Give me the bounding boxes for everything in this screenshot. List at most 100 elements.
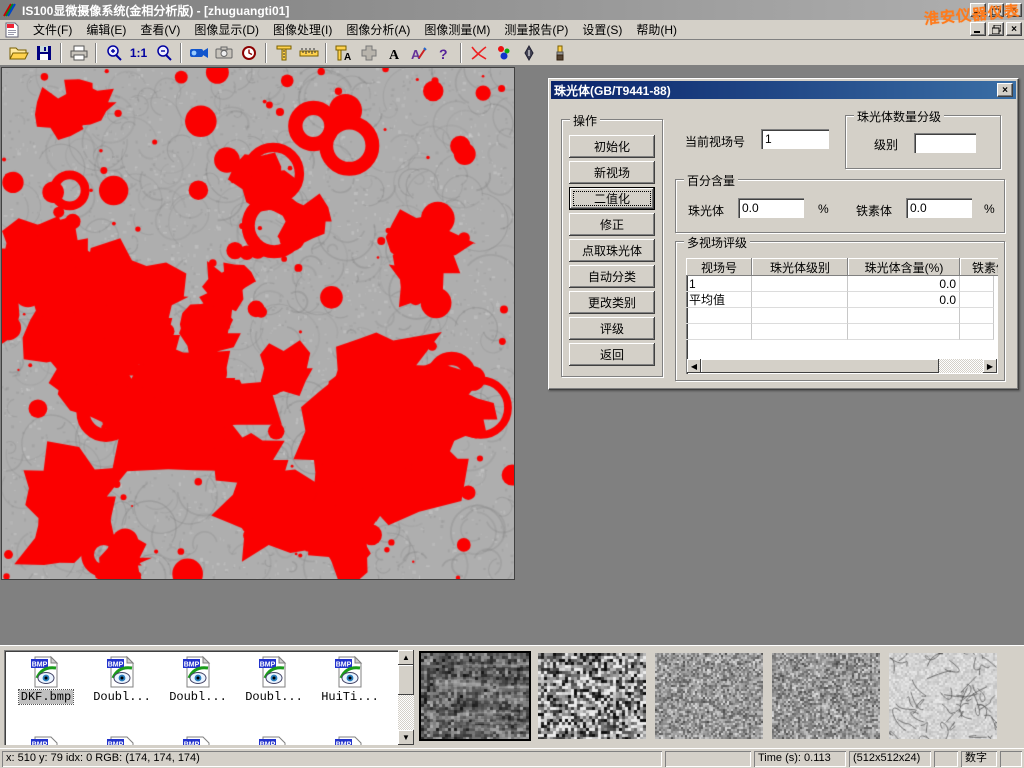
bottom-panel: BMP DKF.bmp BMP Doubl... BMP Doubl... BM… [0,645,1024,748]
micrograph-image[interactable] [1,67,515,580]
file-item[interactable]: BMP HuiTi... [312,655,388,704]
help-icon[interactable]: ? [431,42,456,64]
cross-icon[interactable] [356,42,381,64]
mdi-close-button[interactable]: × [1006,22,1022,36]
initialize-button[interactable]: 初始化 [569,135,655,158]
file-name[interactable]: Doubl... [243,690,305,704]
pen-icon[interactable] [516,42,541,64]
minimize-button[interactable] [970,3,986,17]
table-row[interactable]: 平均值 0.0 [686,292,998,308]
open-icon[interactable] [6,42,31,64]
bmp-file-icon[interactable]: BMP [257,735,291,745]
scroll-down-icon[interactable]: ▼ [398,730,414,745]
menu-help[interactable]: 帮助(H) [629,19,684,40]
brush-icon[interactable] [547,42,572,64]
scroll-thumb[interactable] [398,665,414,695]
thumbnail-3[interactable] [655,653,763,739]
restore-button[interactable] [988,3,1004,17]
toolbar-separator [460,43,462,63]
binarize-button[interactable]: 二值化 [569,187,655,210]
menu-file[interactable]: 文件(F) [26,19,79,40]
thumbnail-5[interactable] [889,653,997,739]
cell-ferrite [960,292,994,308]
mdi-minimize-button[interactable] [970,22,986,36]
correct-button[interactable]: 修正 [569,213,655,236]
calibration-curve-icon[interactable] [466,42,491,64]
table-row[interactable]: 1 0.0 [686,276,998,292]
measure-text-icon[interactable]: A [331,42,356,64]
menu-image-process[interactable]: 图像处理(I) [266,19,339,40]
file-name[interactable]: HuiTi... [319,690,381,704]
actual-size-icon[interactable]: 1:1 [126,42,151,64]
camera-icon[interactable] [211,42,236,64]
mdi-restore-button[interactable] [988,22,1004,36]
text-icon[interactable]: A [381,42,406,64]
ferrite-label: 铁素体 [856,202,892,219]
multi-field-group-label: 多视场评级 [684,234,750,251]
color-balls-icon[interactable] [491,42,516,64]
caliper-icon[interactable] [271,42,296,64]
auto-classify-button[interactable]: 自动分类 [569,265,655,288]
col-field-no[interactable]: 视场号 [686,258,752,276]
file-item[interactable]: BMP Doubl... [160,655,236,704]
bmp-file-icon: BMP [181,655,215,689]
new-field-button[interactable]: 新视场 [569,161,655,184]
file-name[interactable]: DKF.bmp [19,690,73,704]
grade-input[interactable] [914,133,976,153]
menu-image-display[interactable]: 图像显示(D) [187,19,266,40]
col-pearlite-content[interactable]: 珠光体含量(%) [848,258,960,276]
change-class-button[interactable]: 更改类别 [569,291,655,314]
menu-report[interactable]: 测量报告(P) [497,19,575,40]
dialog-close-button[interactable]: × [997,83,1013,97]
menu-edit[interactable]: 编辑(E) [79,19,133,40]
menu-settings[interactable]: 设置(S) [575,19,629,40]
ruler-icon[interactable] [296,42,321,64]
return-button[interactable]: 返回 [569,343,655,366]
thumbnail-2[interactable] [538,653,646,739]
zoom-out-icon[interactable] [151,42,176,64]
clock-icon[interactable] [236,42,261,64]
bmp-file-icon[interactable]: BMP [181,735,215,745]
bmp-file-icon[interactable]: BMP [105,735,139,745]
file-item[interactable]: BMP Doubl... [84,655,160,704]
save-icon[interactable] [31,42,56,64]
menu-view[interactable]: 查看(V) [133,19,187,40]
rating-table[interactable]: 视场号 珠光体级别 珠光体含量(%) 铁素体 1 0.0 平均值 0.0 [686,258,998,374]
menu-image-measure[interactable]: 图像测量(M) [417,19,497,40]
scroll-right-icon[interactable]: ▶ [983,359,997,373]
file-v-scrollbar[interactable]: ▲ ▼ [398,650,414,745]
close-button[interactable]: × [1006,3,1022,17]
ferrite-input[interactable]: 0.0 [906,198,972,218]
file-item[interactable]: BMP Doubl... [236,655,312,704]
col-pearlite-grade[interactable]: 珠光体级别 [752,258,848,276]
current-field-input[interactable]: 1 [761,129,829,149]
scroll-up-icon[interactable]: ▲ [398,650,414,665]
pick-pearlite-button[interactable]: 点取珠光体 [569,239,655,262]
file-name[interactable]: Doubl... [91,690,153,704]
thumbnail-4[interactable] [772,653,880,739]
document-icon[interactable] [4,22,20,38]
pearlite-percent-sign: % [818,202,829,216]
thumbnail-1[interactable] [421,653,529,739]
pearlite-input[interactable]: 0.0 [738,198,804,218]
dialog-title-bar[interactable]: 珠光体(GB/T9441-88) × [551,81,1016,99]
bmp-file-icon: BMP [105,655,139,689]
table-row-empty [686,308,998,324]
svg-text:BMP: BMP [108,742,124,746]
edit-text-icon[interactable]: A [406,42,431,64]
status-mode: 数字 [961,751,997,767]
toolbar-separator [325,43,327,63]
file-name[interactable]: Doubl... [167,690,229,704]
scroll-thumb[interactable] [701,359,939,373]
scroll-left-icon[interactable]: ◀ [687,359,701,373]
file-item[interactable]: BMP DKF.bmp [8,655,84,704]
menu-image-analysis[interactable]: 图像分析(A) [339,19,417,40]
table-h-scrollbar[interactable]: ◀ ▶ [687,359,997,373]
video-camera-icon[interactable] [186,42,211,64]
rate-button[interactable]: 评级 [569,317,655,340]
col-ferrite[interactable]: 铁素体 [960,258,998,276]
zoom-in-icon[interactable] [101,42,126,64]
print-icon[interactable] [66,42,91,64]
bmp-file-icon[interactable]: BMP [333,735,367,745]
bmp-file-icon[interactable]: BMP [29,735,63,745]
